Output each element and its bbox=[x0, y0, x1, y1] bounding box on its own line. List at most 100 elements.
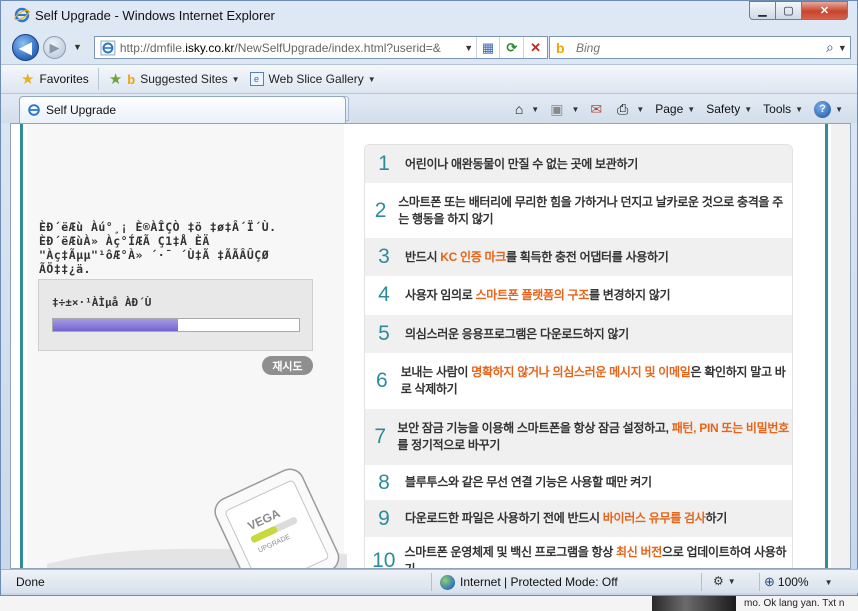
home-icon: ⌂ bbox=[514, 101, 524, 117]
search-input[interactable] bbox=[576, 40, 816, 55]
status-bar: Done Internet | Protected Mode: Off ⚙ ▼ … bbox=[1, 569, 858, 593]
maximize-button[interactable]: ▢ bbox=[776, 1, 802, 20]
zoom-control[interactable]: ⊕ 100% ▼ bbox=[759, 573, 833, 591]
tools-menu[interactable]: Tools ▼ bbox=[763, 102, 803, 116]
safety-tip-highlight: 바이러스 유무를 검사 bbox=[602, 511, 706, 525]
safety-tip-segment: 보안 잠금 기능을 이용해 스마트폰을 항상 잠금 설정하고, bbox=[397, 421, 672, 435]
safety-tip-number: 6 bbox=[376, 369, 388, 392]
favorites-item-label: Web Slice Gallery bbox=[268, 72, 364, 86]
safety-tip-text: 스마트폰 또는 배터리에 무리한 힘을 가하거나 던지고 날카로운 것으로 충격… bbox=[396, 194, 792, 228]
search-box[interactable]: b ⌕ ▼ bbox=[549, 36, 851, 59]
safety-tip-text: 사용자 임의로 스마트폰 플랫폼의 구조를 변경하지 않기 bbox=[403, 287, 671, 304]
safety-tip-row: 10 스마트폰 운영체제 및 백신 프로그램을 항상 최신 버전으로 업데이트하여… bbox=[365, 537, 792, 568]
forward-button[interactable]: ▶ bbox=[43, 36, 66, 59]
zoom-level: 100% bbox=[777, 575, 809, 589]
background-thumbnail bbox=[652, 596, 736, 611]
home-button[interactable]: ⌂ ▼ bbox=[515, 101, 539, 117]
help-button[interactable]: ? ▼ bbox=[814, 100, 843, 118]
safety-tip-text: 어린이나 애완동물이 만질 수 없는 곳에 보관하기 bbox=[403, 156, 638, 173]
rss-feed-icon: ▣ bbox=[550, 100, 564, 117]
title-bar[interactable]: Self Upgrade - Windows Internet Explorer… bbox=[1, 1, 857, 31]
safety-tip-number: 8 bbox=[378, 470, 390, 494]
safety-menu[interactable]: Safety ▼ bbox=[706, 102, 752, 116]
chevron-down-icon: ▼ bbox=[531, 104, 540, 114]
help-icon: ? bbox=[814, 100, 832, 118]
safety-tip-segment: 스마트폰 운영체제 및 백신 프로그램을 항상 bbox=[404, 545, 617, 559]
safety-tip-row: 2 스마트폰 또는 배터리에 무리한 힘을 가하거나 던지고 날카로운 것으로 충… bbox=[365, 183, 792, 238]
safety-tip-highlight: 스마트폰 플랫폼의 구조 bbox=[475, 287, 590, 302]
safety-tip-segment: 보내는 사람이 bbox=[400, 365, 472, 379]
manage-addons-button[interactable]: ⚙ ▼ bbox=[713, 574, 736, 588]
safety-tip-row: 4 사용자 임의로 스마트폰 플랫폼의 구조를 변경하지 않기 bbox=[365, 276, 792, 314]
command-bar: ⌂ ▼ ▣ ▼ ✉ ⎙ ▼ Page ▼ Safety ▼ Tools ▼ ? ▼ bbox=[504, 98, 843, 120]
printer-icon: ⎙ bbox=[617, 100, 629, 117]
progress-label: ‡÷±×·¹ÀÌµå ÀÐ´Ù bbox=[52, 296, 152, 309]
window-controls: ▁ ▢ ✕ bbox=[749, 1, 848, 20]
safety-tip-row: 9 다운로드한 파일은 사용하기 전에 반드시 바이러스 유무를 검사하기 bbox=[365, 500, 792, 537]
address-dropdown-icon[interactable]: ▼ bbox=[462, 43, 476, 53]
back-button[interactable]: ◀ bbox=[12, 34, 39, 61]
upgrade-message-line: ÃÖ‡‡¿ä. bbox=[39, 262, 91, 276]
close-button[interactable]: ✕ bbox=[802, 1, 848, 20]
compatibility-view-icon[interactable]: ▦ bbox=[475, 37, 500, 58]
stop-icon[interactable]: ✕ bbox=[523, 37, 547, 58]
read-mail-button[interactable]: ✉ bbox=[590, 101, 606, 118]
address-url[interactable]: http://dmfile.isky.co.kr/NewSelfUpgrade/… bbox=[120, 41, 462, 55]
retry-button[interactable]: 재시도 bbox=[262, 356, 313, 375]
chevron-down-icon: ▼ bbox=[571, 104, 580, 114]
upgrade-message-line: "Àç‡Ãµµ"¹ôÆ°À» ´·¯ ´Ù‡Ã ‡ÃÃÂÛÇØ bbox=[39, 248, 270, 262]
frame-border-right bbox=[825, 124, 828, 568]
chevron-down-icon: ▼ bbox=[367, 74, 376, 84]
safety-tip-text: 의심스러운 응용프로그램은 다운로드하지 않기 bbox=[403, 326, 629, 343]
safety-tip-segment: 스마트폰 또는 배터리에 무리한 힘을 가하거나 던지고 날카로운 것으로 충격… bbox=[398, 194, 783, 226]
safety-menu-label: Safety bbox=[706, 102, 741, 116]
favorites-item-web-slice-gallery[interactable]: e Web Slice Gallery ▼ bbox=[249, 72, 376, 86]
safety-tip-text: 스마트폰 운영체제 및 백신 프로그램을 항상 최신 버전으로 업데이트하여 사… bbox=[403, 544, 792, 568]
safety-tip-segment: 에 보관하기 bbox=[581, 156, 639, 171]
favorites-button[interactable]: ★ Favorites bbox=[21, 68, 99, 90]
tab-self-upgrade[interactable]: Self Upgrade bbox=[19, 96, 346, 123]
safety-tip-segment: 사용자 임의로 bbox=[405, 287, 476, 302]
safety-tip-number: 4 bbox=[378, 283, 390, 306]
vertical-scrollbar[interactable] bbox=[831, 124, 850, 568]
favorites-item-suggested-sites[interactable]: b Suggested Sites ▼ bbox=[127, 72, 239, 87]
safety-tip-highlight: 명확하지 않거나 의심스러운 메시지 및 이메일 bbox=[471, 365, 691, 379]
mail-icon: ✉ bbox=[590, 100, 603, 117]
refresh-icon[interactable]: ⟳ bbox=[499, 37, 523, 58]
search-icon[interactable]: ⌕ bbox=[826, 39, 834, 56]
feeds-button[interactable]: ▣ ▼ bbox=[550, 101, 579, 118]
security-zone[interactable]: Internet | Protected Mode: Off bbox=[431, 573, 618, 591]
favorites-label: Favorites bbox=[39, 72, 89, 86]
upgrade-message-line: ÈÐ´ëÆù Àú°¸¡ È®ÀÎÇÒ ‡ö ‡ø‡Â´Ï´Ù. bbox=[39, 220, 277, 234]
minimize-button[interactable]: ▁ bbox=[749, 1, 776, 20]
progress-bar-fill bbox=[53, 319, 179, 331]
ie-page-icon bbox=[28, 104, 40, 116]
print-button[interactable]: ⎙ ▼ bbox=[617, 101, 644, 118]
recent-pages-dropdown-icon[interactable]: ▼ bbox=[73, 42, 82, 52]
safety-tip-text: 다운로드한 파일은 사용하기 전에 반드시 바이러스 유무를 검사하기 bbox=[403, 510, 727, 527]
safety-tip-segment: 다운로드한 파일은 사용하기 전에 반드시 bbox=[405, 511, 603, 525]
favorites-bar: ★ Favorites ★ b Suggested Sites ▼ e Web … bbox=[1, 64, 857, 94]
internet-globe-icon bbox=[440, 574, 455, 590]
tab-row: Self Upgrade ⌂ ▼ ▣ ▼ ✉ ⎙ ▼ Page ▼ Safety ▼ To… bbox=[1, 94, 857, 123]
safety-tip-row: 7 보안 잠금 기능을 이용해 스마트폰을 항상 잠금 설정하고, 패턴, PIN… bbox=[365, 409, 792, 465]
upgrade-message: ÈÐ´ëÆù Àú°¸¡ È®ÀÎÇÒ ‡ö ‡ø‡Â´Ï´Ù. ÈÐ´ëÆùÀ… bbox=[39, 220, 289, 276]
safety-tip-segment: 하기 bbox=[705, 511, 728, 525]
safety-tip-segment: 반드시 bbox=[405, 249, 441, 264]
safety-tip-number: 9 bbox=[378, 506, 390, 530]
chevron-down-icon: ▼ bbox=[727, 576, 736, 586]
frame-border-left bbox=[20, 124, 23, 568]
search-options-dropdown-icon[interactable]: ▼ bbox=[838, 43, 847, 53]
safety-tip-text: 보내는 사람이 명확하지 않거나 의심스러운 메시지 및 이메일은 확인하지 말… bbox=[399, 364, 792, 398]
add-to-favorites-icon[interactable]: ★ bbox=[109, 70, 122, 88]
safety-tips-panel: 1 어린이나 애완동물이 만질 수 없는 곳에 보관하기 2 스마트폰 또는 배터리에… bbox=[364, 144, 793, 568]
chevron-down-icon: ▼ bbox=[636, 104, 645, 114]
address-bar[interactable]: http://dmfile.isky.co.kr/NewSelfUpgrade/… bbox=[94, 36, 548, 59]
page-viewport: ÈÐ´ëÆù Àú°¸¡ È®ÀÎÇÒ ‡ö ‡ø‡Â´Ï´Ù. ÈÐ´ëÆùÀ… bbox=[10, 123, 851, 569]
page-menu[interactable]: Page ▼ bbox=[655, 102, 695, 116]
ie-logo-icon bbox=[14, 7, 30, 23]
chevron-down-icon: ▼ bbox=[231, 74, 240, 84]
safety-tip-row: 3 반드시 KC 인증 마크를 획득한 충전 어댑터를 사용하기 bbox=[365, 238, 792, 276]
tab-label: Self Upgrade bbox=[46, 103, 117, 117]
ie-window: Self Upgrade - Windows Internet Explorer… bbox=[0, 0, 858, 596]
